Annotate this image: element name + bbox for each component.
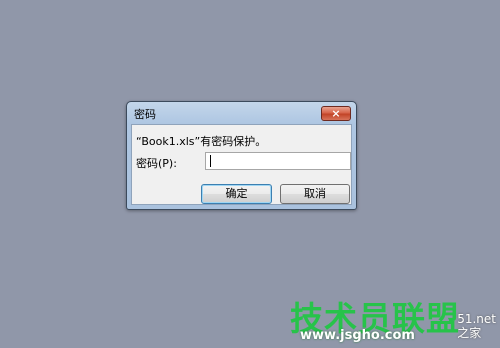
watermark-side-top: 51.net [457, 312, 496, 326]
watermark-side-bottom: 之家 [457, 326, 482, 340]
ok-button[interactable]: 确定 [201, 184, 272, 204]
watermark-url: www.jsgho.com [300, 328, 415, 343]
dialog-body: “Book1.xls”有密码保护。 密码(P): 确定 取消 [131, 124, 352, 205]
password-label: 密码(P): [136, 157, 177, 170]
cancel-button[interactable]: 取消 [280, 184, 350, 204]
close-button[interactable]: × [321, 106, 351, 121]
watermark-side-text: 51.net 之家 [457, 312, 496, 340]
password-input[interactable] [205, 152, 351, 170]
dialog-title: 密码 [134, 108, 156, 121]
watermark: 技术员联盟 www.jsgho.com 51.net 之家 [260, 284, 500, 348]
close-icon: × [331, 107, 341, 120]
text-caret [210, 155, 211, 167]
protection-message: “Book1.xls”有密码保护。 [136, 135, 267, 148]
password-dialog: 密码 × “Book1.xls”有密码保护。 密码(P): 确定 取消 [126, 101, 357, 210]
dialog-titlebar[interactable]: 密码 × [127, 102, 356, 124]
